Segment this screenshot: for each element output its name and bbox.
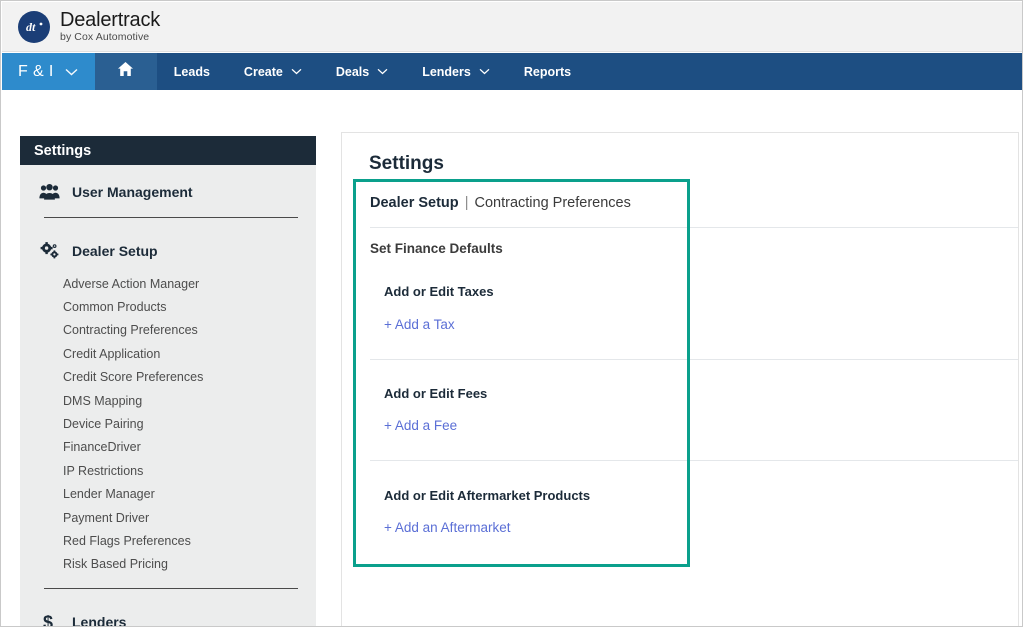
section-label-set-finance-defaults: Set Finance Defaults <box>370 241 503 256</box>
breadcrumb-parent[interactable]: Dealer Setup <box>370 195 459 211</box>
svg-text:$: $ <box>43 613 53 627</box>
sidebar-subitem-payment-driver[interactable]: Payment Driver <box>20 506 316 529</box>
sidebar-subitem-dms-mapping[interactable]: DMS Mapping <box>20 389 316 412</box>
brand-header: dt Dealertrack by Cox Automotive <box>2 2 1022 52</box>
settings-content-card: Settings Dealer Setup | Contracting Pref… <box>341 132 1019 626</box>
sidebar-item-user-management[interactable]: User Management <box>20 171 316 213</box>
main-navigation: F & I Leads Create Deals Lenders Reports <box>2 53 1022 90</box>
sidebar-item-lenders[interactable]: $ Lenders <box>20 601 316 627</box>
breadcrumb: Dealer Setup | Contracting Preferences <box>370 195 631 211</box>
nav-item-reports[interactable]: Reports <box>507 53 588 90</box>
dealertrack-dt-logo-icon: dt <box>18 10 50 43</box>
nav-item-label: Create <box>243 64 283 79</box>
nav-item-deals[interactable]: Deals <box>319 53 405 90</box>
group-title-aftermarket: Add or Edit Aftermarket Products <box>384 488 591 503</box>
group-title-fees: Add or Edit Fees <box>384 386 488 401</box>
sidebar-subitem-credit-application[interactable]: Credit Application <box>20 342 316 365</box>
chevron-down-icon <box>377 68 388 75</box>
sidebar-subitem-contracting-preferences[interactable]: Contracting Preferences <box>20 319 316 342</box>
nav-item-label: Deals <box>335 64 370 79</box>
nav-item-leads[interactable]: Leads <box>157 53 227 90</box>
page-title: Settings <box>369 153 444 174</box>
group-title-taxes: Add or Edit Taxes <box>384 284 494 299</box>
add-an-aftermarket-link[interactable]: + Add an Aftermarket <box>384 520 510 535</box>
nav-item-label: Leads <box>173 64 210 79</box>
brand-tagline: by Cox Automotive <box>60 31 150 44</box>
add-a-fee-link[interactable]: + Add a Fee <box>384 418 457 433</box>
sidebar-subitem-credit-score-preferences[interactable]: Credit Score Preferences <box>20 366 316 389</box>
sidebar-subitem-device-pairing[interactable]: Device Pairing <box>20 412 316 435</box>
nav-fi-selector[interactable]: F & I <box>2 53 95 90</box>
highlight-box <box>353 179 690 567</box>
sidebar-divider <box>44 217 298 218</box>
sidebar-subitem-financedriver[interactable]: FinanceDriver <box>20 436 316 459</box>
section-divider <box>370 359 1018 360</box>
users-group-icon <box>38 184 60 200</box>
sidebar-subitem-ip-restrictions[interactable]: IP Restrictions <box>20 459 316 482</box>
brand-name: Dealertrack <box>60 9 161 32</box>
dollar-sign-icon: $ <box>38 612 60 627</box>
app-window: dt Dealertrack by Cox Automotive F & I L… <box>0 0 1023 627</box>
sidebar-subitem-common-products[interactable]: Common Products <box>20 295 316 318</box>
sidebar-subitem-adverse-action-manager[interactable]: Adverse Action Manager <box>20 272 316 295</box>
chevron-down-icon <box>291 68 302 75</box>
section-divider <box>370 460 1018 461</box>
chevron-down-icon <box>479 68 490 75</box>
page-body: Settings User Management Dealer Setup Ad… <box>2 90 1022 627</box>
sidebar-item-label: User Management <box>72 184 193 200</box>
sidebar-subitem-risk-based-pricing[interactable]: Risk Based Pricing <box>20 553 316 576</box>
sidebar-header: Settings <box>20 136 316 165</box>
home-icon <box>117 61 134 82</box>
sidebar-divider <box>44 588 298 590</box>
add-a-tax-link[interactable]: + Add a Tax <box>384 317 455 332</box>
nav-item-label: Lenders <box>422 64 471 79</box>
nav-item-create[interactable]: Create <box>227 53 319 90</box>
svg-text:dt: dt <box>26 20 36 34</box>
nav-home-tab[interactable] <box>94 53 157 90</box>
sidebar-subitem-lender-manager[interactable]: Lender Manager <box>20 483 316 506</box>
sidebar-subitems: Adverse Action Manager Common Products C… <box>20 272 316 576</box>
breadcrumb-current: Contracting Preferences <box>474 195 631 211</box>
section-divider <box>370 227 1018 228</box>
sidebar-item-label: Lenders <box>72 614 127 627</box>
breadcrumb-separator: | <box>464 195 469 211</box>
nav-fi-label: F & I <box>18 62 54 80</box>
cogs-icon <box>38 242 60 260</box>
chevron-down-icon <box>65 68 78 76</box>
sidebar-subitem-red-flags-preferences[interactable]: Red Flags Preferences <box>20 529 316 552</box>
sidebar-item-dealer-setup[interactable]: Dealer Setup <box>20 230 316 272</box>
nav-item-label: Reports <box>523 64 572 79</box>
brand-text: Dealertrack by Cox Automotive <box>60 10 160 43</box>
settings-sidebar: Settings User Management Dealer Setup Ad… <box>20 136 316 627</box>
sidebar-item-label: Dealer Setup <box>72 243 158 259</box>
nav-item-lenders[interactable]: Lenders <box>405 53 507 90</box>
